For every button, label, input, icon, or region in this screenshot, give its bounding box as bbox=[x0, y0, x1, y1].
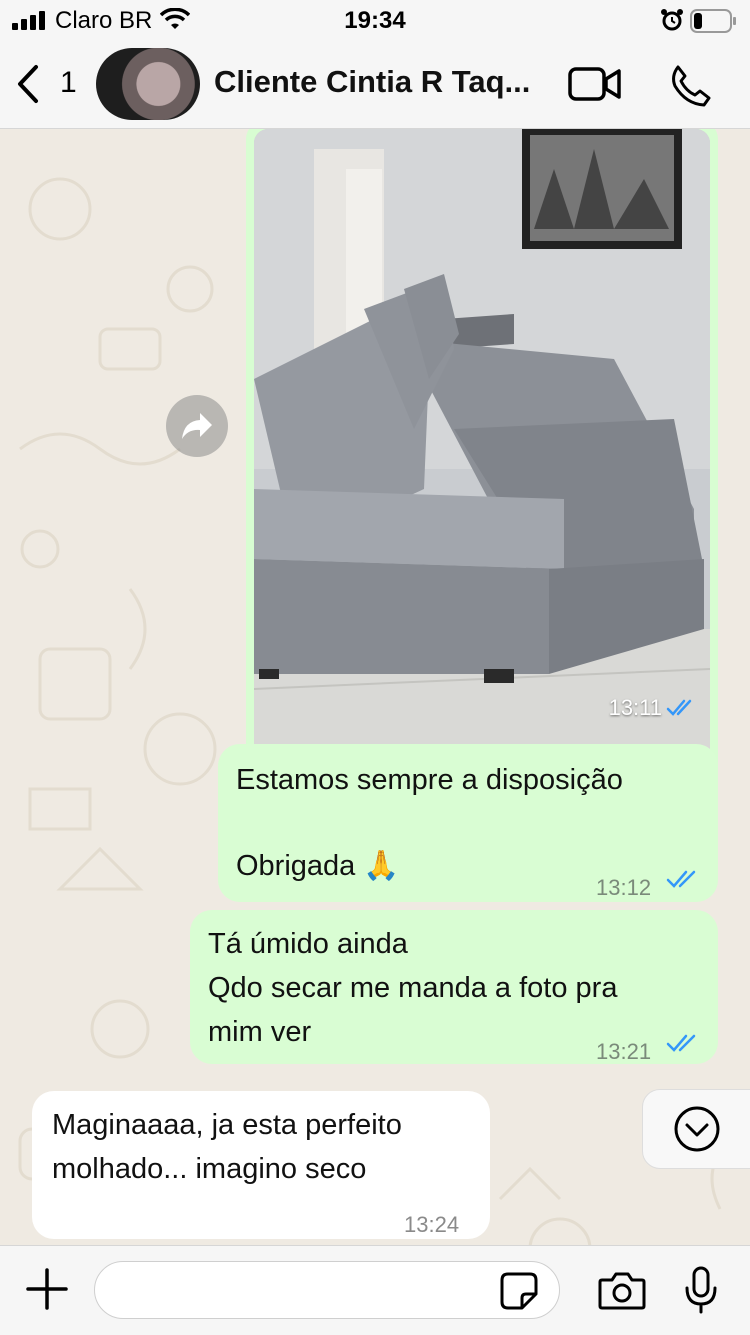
message-time: 13:21 bbox=[596, 1039, 652, 1064]
message-input[interactable] bbox=[94, 1261, 560, 1319]
message-line: Tá úmido ainda bbox=[208, 928, 408, 960]
read-ticks-icon bbox=[666, 870, 696, 888]
chevron-left-icon bbox=[18, 65, 38, 103]
microphone-icon[interactable] bbox=[684, 1266, 718, 1314]
status-bar: Claro BR 19:34 bbox=[0, 0, 750, 40]
message-incoming[interactable]: Maginaaaa, ja esta perfeito molhado... i… bbox=[32, 1091, 490, 1239]
scroll-to-bottom-button[interactable] bbox=[642, 1089, 750, 1169]
forward-icon bbox=[182, 413, 212, 439]
message-line: Qdo secar me manda a foto pra bbox=[208, 972, 618, 1004]
message-line: Estamos sempre a disposição bbox=[236, 764, 623, 796]
sticker-icon[interactable] bbox=[500, 1272, 538, 1310]
unread-count: 1 bbox=[60, 66, 77, 99]
chevron-down-icon bbox=[674, 1106, 720, 1152]
message-line: mim ver bbox=[208, 1016, 312, 1048]
message-outgoing[interactable]: Estamos sempre a disposição Obrigada 🙏 1… bbox=[218, 744, 718, 902]
message-line: molhado... imagino seco bbox=[52, 1153, 367, 1185]
forward-button[interactable] bbox=[166, 395, 228, 457]
read-ticks-icon bbox=[666, 1034, 696, 1052]
back-button[interactable]: 1 bbox=[14, 62, 94, 108]
message-outgoing[interactable]: Tá úmido ainda Qdo secar me manda a foto… bbox=[190, 910, 718, 1064]
status-time: 19:34 bbox=[344, 7, 406, 34]
message-time: 13:24 bbox=[404, 1212, 460, 1237]
battery-icon bbox=[690, 9, 736, 33]
message-line: Maginaaaa, ja esta perfeito bbox=[52, 1109, 402, 1141]
chat-header: 1 Cliente Cintia R Taq... bbox=[0, 40, 750, 129]
chat-area[interactable]: 13:11 Estamos sempre a disposição Obriga… bbox=[0, 129, 750, 1245]
composer-bar bbox=[0, 1245, 750, 1335]
video-call-icon[interactable] bbox=[568, 66, 622, 102]
photo-time: 13:11 bbox=[609, 695, 662, 720]
plus-icon[interactable] bbox=[26, 1268, 68, 1310]
camera-icon[interactable] bbox=[598, 1270, 646, 1310]
alarm-icon bbox=[661, 9, 683, 31]
contact-avatar[interactable] bbox=[96, 48, 200, 120]
contact-name[interactable]: Cliente Cintia R Taq... bbox=[214, 64, 544, 100]
message-time: 13:12 bbox=[596, 875, 652, 900]
message-line: Obrigada 🙏 bbox=[236, 850, 400, 882]
phone-icon[interactable] bbox=[668, 64, 712, 108]
